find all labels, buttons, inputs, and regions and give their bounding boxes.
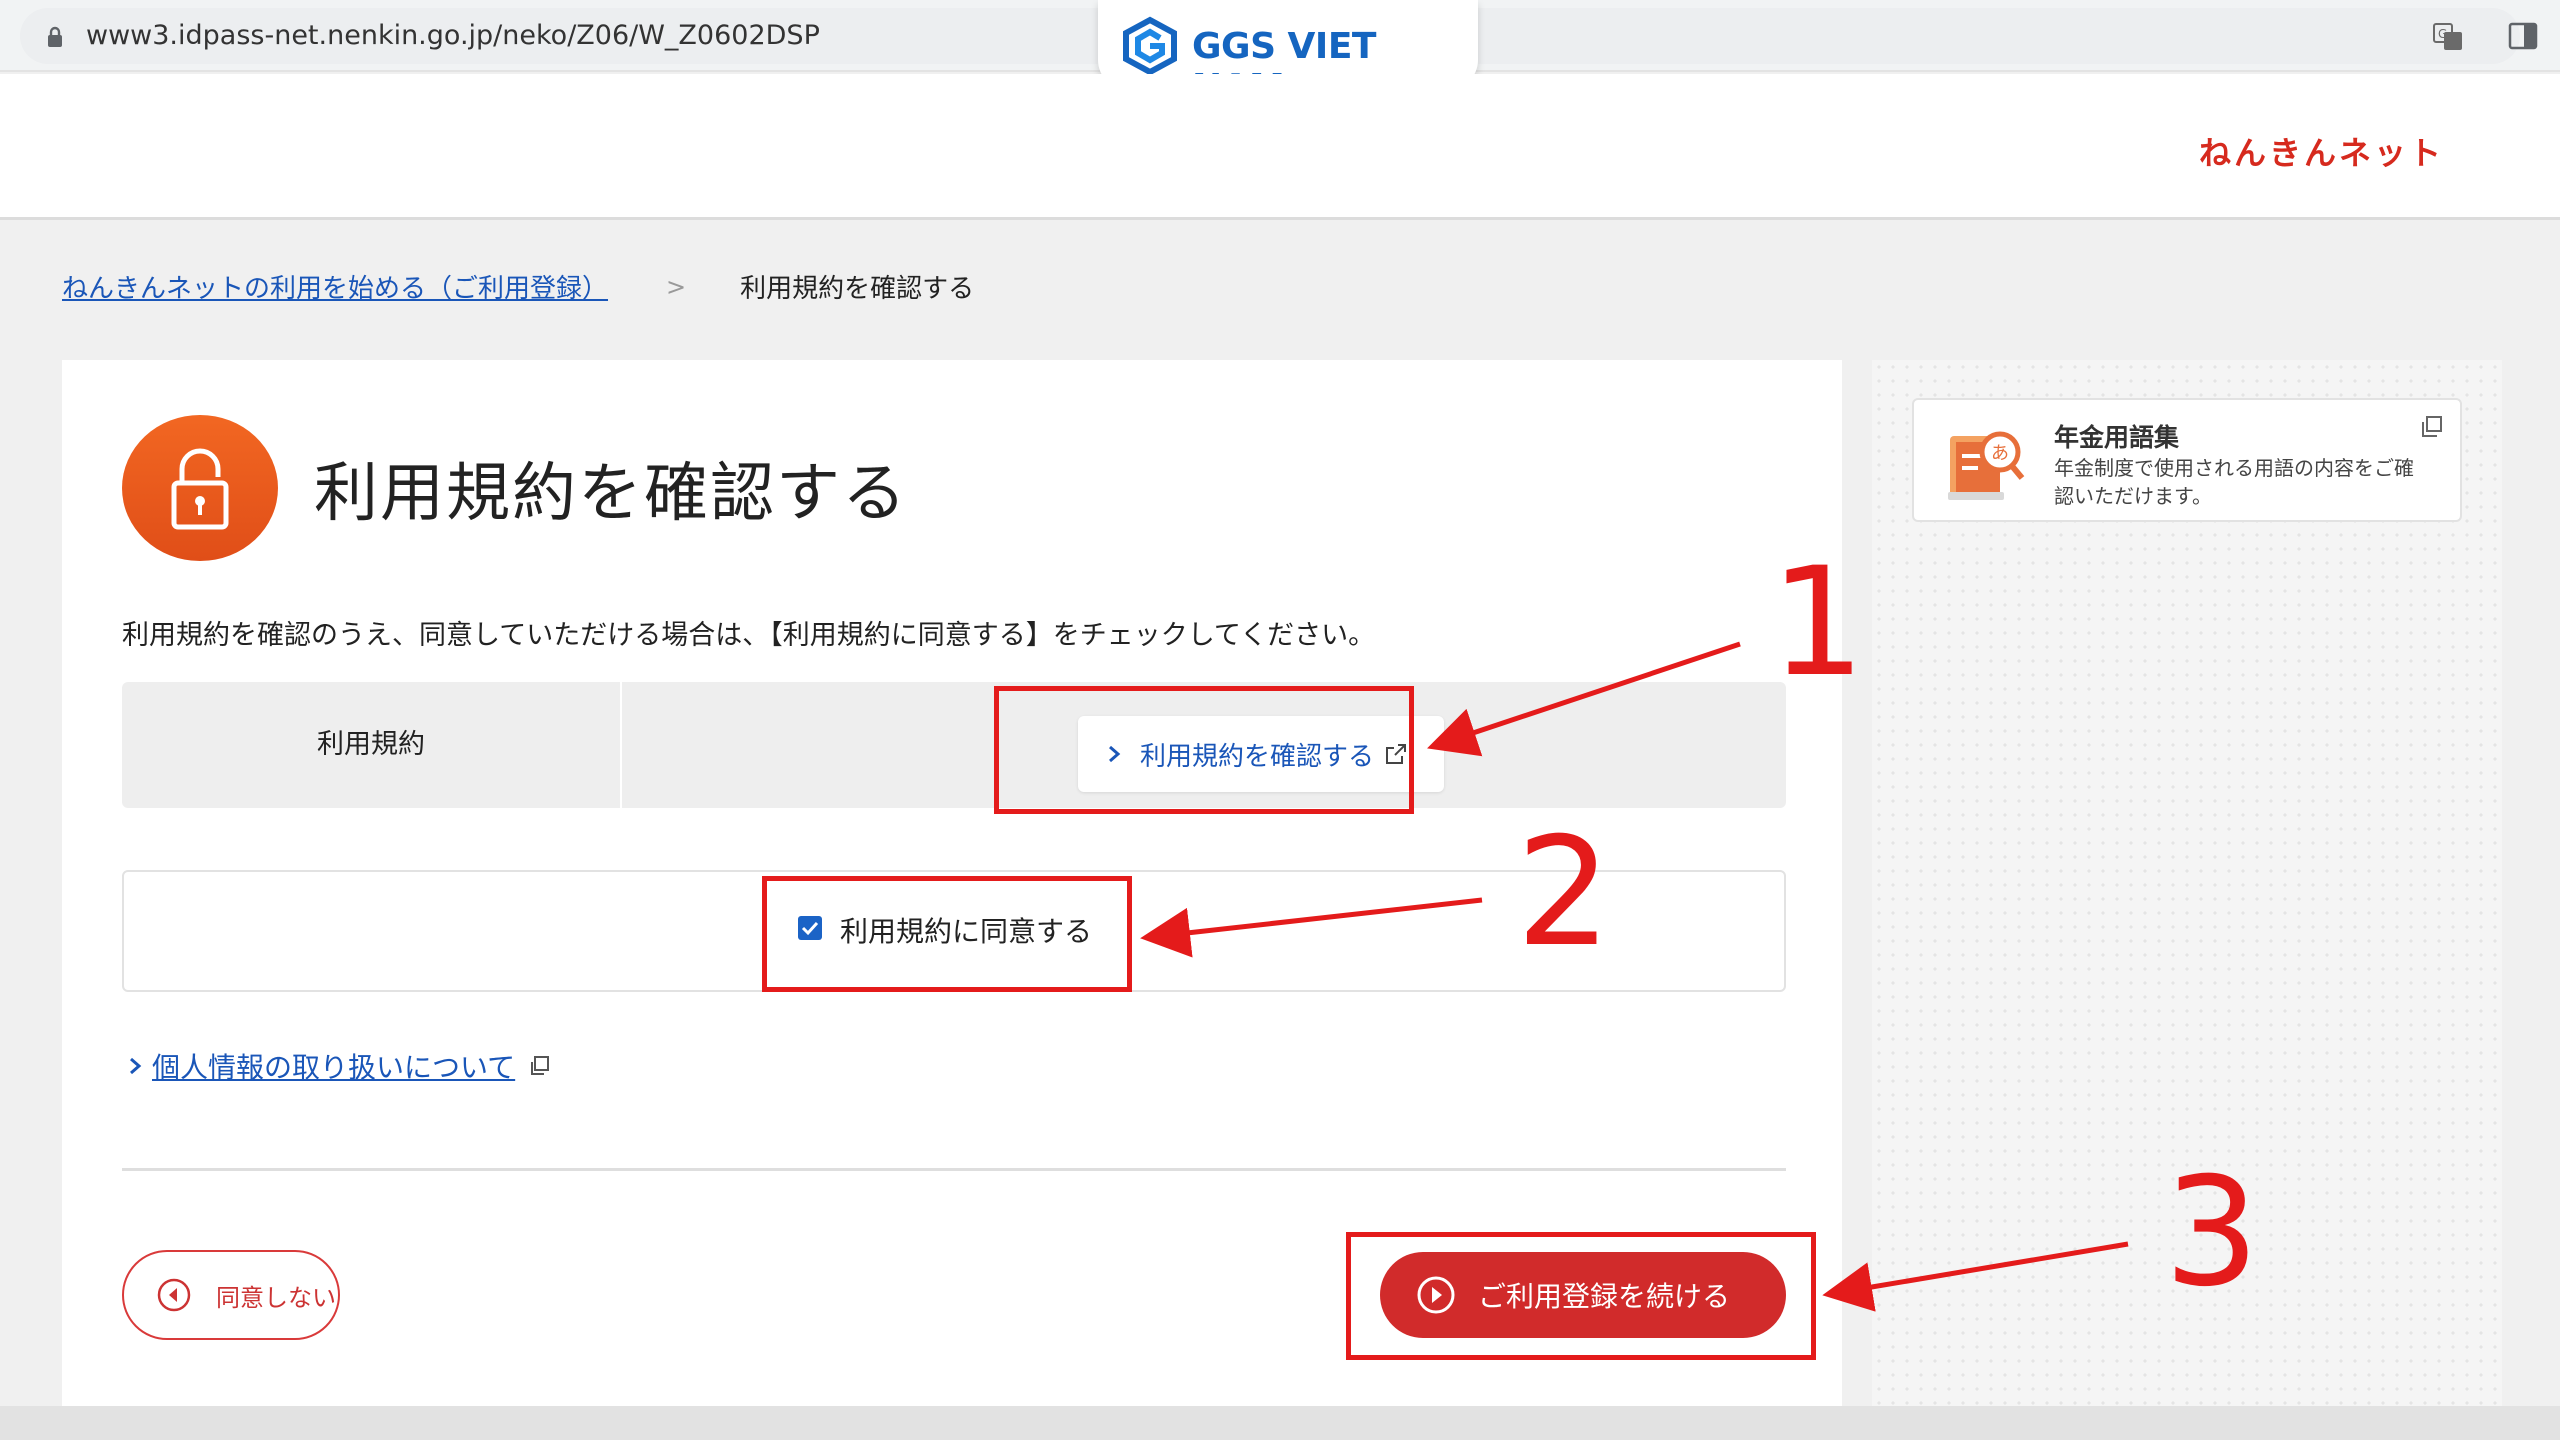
lock-icon bbox=[48, 26, 62, 47]
padlock-icon bbox=[171, 448, 229, 530]
instruction-text: 利用規約を確認のうえ、同意していただける場合は、【利用規約に同意する】をチェック… bbox=[122, 620, 1376, 651]
privacy-link-text[interactable]: 個人情報の取り扱いについて bbox=[152, 1046, 515, 1086]
breadcrumb: ねんきんネットの利用を始める（ご利用登録） > 利用規約を確認する bbox=[62, 268, 974, 305]
circle-back-icon bbox=[157, 1278, 191, 1312]
breadcrumb-separator: > bbox=[666, 272, 687, 301]
terms-row: 利用規約 利用規約を確認する bbox=[122, 682, 1786, 808]
glossary-book-icon: あ bbox=[1948, 431, 2025, 500]
divider bbox=[122, 1168, 1786, 1171]
site-header: ねんきんネット bbox=[0, 74, 2560, 220]
glossary-description: 年金制度で使用される用語の内容をご確認いただけます。 bbox=[2054, 456, 2414, 508]
annotation-number-1: 1 bbox=[1770, 536, 1866, 710]
annotation-box-1 bbox=[994, 686, 1414, 814]
disagree-label: 同意しない bbox=[216, 1283, 336, 1312]
terms-label: 利用規約 bbox=[122, 682, 622, 808]
brand-logo[interactable]: ねんきんネット bbox=[2199, 128, 2444, 174]
annotation-number-2: 2 bbox=[1516, 806, 1612, 980]
privacy-link[interactable]: 個人情報の取り扱いについて bbox=[128, 1046, 551, 1086]
breadcrumb-parent-link[interactable]: ねんきんネットの利用を始める（ご利用登録） bbox=[62, 268, 608, 305]
lock-title-icon bbox=[122, 415, 278, 561]
disagree-button[interactable]: 同意しない bbox=[122, 1250, 340, 1340]
chevron-right-icon bbox=[130, 1057, 142, 1075]
side-panel-icon[interactable] bbox=[2508, 22, 2538, 50]
url-text[interactable]: www3.idpass-net.nenkin.go.jp/neko/Z06/W_… bbox=[86, 20, 820, 51]
svg-text:あ: あ bbox=[1991, 443, 2009, 464]
translate-icon[interactable]: G bbox=[2432, 22, 2464, 52]
breadcrumb-current: 利用規約を確認する bbox=[740, 274, 975, 304]
page-title: 利用規約を確認する bbox=[314, 457, 908, 531]
ggs-logo-icon bbox=[1123, 16, 1177, 76]
bottom-strip bbox=[0, 1406, 2560, 1440]
annotation-number-3: 3 bbox=[2164, 1146, 2260, 1320]
glossary-title: 年金用語集 bbox=[2054, 423, 2180, 452]
annotation-box-2 bbox=[762, 876, 1132, 992]
new-window-icon bbox=[2422, 416, 2442, 437]
svg-text:G: G bbox=[2438, 27, 2447, 41]
annotation-box-3 bbox=[1346, 1232, 1816, 1360]
glossary-card[interactable]: あ 年金用語集 年金制度で使用される用語の内容をご確認いただけます。 bbox=[1912, 398, 2462, 522]
new-window-icon bbox=[531, 1056, 550, 1075]
